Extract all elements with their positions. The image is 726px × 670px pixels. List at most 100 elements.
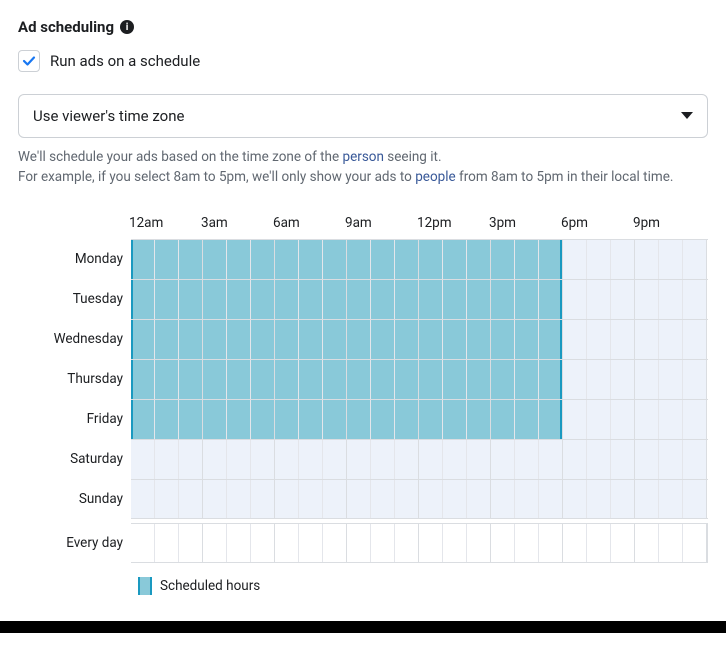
hour-cell[interactable] — [419, 480, 443, 518]
hour-cell[interactable] — [419, 400, 443, 439]
person-link[interactable]: person — [343, 149, 384, 165]
hour-cell[interactable] — [179, 360, 203, 399]
hour-cell[interactable] — [155, 440, 179, 479]
hour-cell[interactable] — [347, 240, 371, 279]
hour-cell[interactable] — [467, 400, 491, 439]
hour-cell[interactable] — [467, 280, 491, 319]
hour-cell[interactable] — [515, 280, 539, 319]
hour-cell[interactable] — [587, 400, 611, 439]
hour-cell[interactable] — [491, 524, 515, 562]
hour-cell[interactable] — [611, 360, 635, 399]
hour-cell[interactable] — [563, 360, 587, 399]
hour-cell[interactable] — [659, 524, 683, 562]
hour-cell[interactable] — [563, 524, 587, 562]
hour-cell[interactable] — [323, 524, 347, 562]
hour-cell[interactable] — [275, 360, 299, 399]
hour-cell[interactable] — [131, 440, 155, 479]
hour-cell[interactable] — [155, 400, 179, 439]
hour-cell[interactable] — [563, 320, 587, 359]
hour-cell[interactable] — [683, 280, 707, 319]
hour-cell[interactable] — [539, 400, 563, 439]
info-icon[interactable]: i — [120, 20, 134, 34]
hour-cell[interactable] — [251, 320, 275, 359]
hour-cell[interactable] — [227, 240, 251, 279]
hour-cell[interactable] — [419, 360, 443, 399]
hour-cell[interactable] — [203, 320, 227, 359]
hour-cell[interactable] — [371, 240, 395, 279]
hour-cell[interactable] — [443, 360, 467, 399]
hour-cell[interactable] — [251, 280, 275, 319]
hour-cell[interactable] — [371, 524, 395, 562]
hour-cell[interactable] — [275, 240, 299, 279]
hour-cell[interactable] — [155, 280, 179, 319]
hour-cell[interactable] — [539, 240, 563, 279]
hour-cell[interactable] — [395, 280, 419, 319]
hour-cell[interactable] — [299, 480, 323, 518]
hour-cell[interactable] — [251, 480, 275, 518]
hour-cell[interactable] — [395, 400, 419, 439]
hour-cell[interactable] — [515, 480, 539, 518]
hour-cell[interactable] — [443, 400, 467, 439]
hour-cell[interactable] — [371, 400, 395, 439]
hour-cell[interactable] — [155, 240, 179, 279]
hour-cell[interactable] — [203, 524, 227, 562]
hour-cell[interactable] — [131, 320, 155, 359]
hour-cell[interactable] — [683, 440, 707, 479]
hour-cell[interactable] — [467, 440, 491, 479]
hour-cell[interactable] — [467, 524, 491, 562]
hour-cell[interactable] — [179, 240, 203, 279]
hour-cell[interactable] — [203, 240, 227, 279]
hour-cell[interactable] — [179, 480, 203, 518]
hour-cell[interactable] — [443, 480, 467, 518]
day-row[interactable] — [131, 239, 708, 279]
hour-cell[interactable] — [419, 524, 443, 562]
hour-cell[interactable] — [611, 320, 635, 359]
hour-cell[interactable] — [587, 320, 611, 359]
hour-cell[interactable] — [443, 280, 467, 319]
hour-cell[interactable] — [611, 400, 635, 439]
hour-cell[interactable] — [227, 524, 251, 562]
hour-cell[interactable] — [275, 400, 299, 439]
hour-cell[interactable] — [323, 480, 347, 518]
hour-cell[interactable] — [491, 400, 515, 439]
hour-cell[interactable] — [395, 524, 419, 562]
hour-cell[interactable] — [227, 480, 251, 518]
hour-cell[interactable] — [395, 360, 419, 399]
hour-cell[interactable] — [275, 524, 299, 562]
hour-cell[interactable] — [587, 240, 611, 279]
hour-cell[interactable] — [515, 320, 539, 359]
day-row[interactable] — [131, 439, 708, 479]
hour-cell[interactable] — [395, 440, 419, 479]
hour-cell[interactable] — [515, 360, 539, 399]
hour-cell[interactable] — [347, 280, 371, 319]
hour-cell[interactable] — [515, 440, 539, 479]
hour-cell[interactable] — [611, 524, 635, 562]
hour-cell[interactable] — [659, 440, 683, 479]
hour-cell[interactable] — [635, 360, 659, 399]
day-row[interactable] — [131, 399, 708, 439]
hour-cell[interactable] — [683, 524, 707, 562]
hour-cell[interactable] — [227, 400, 251, 439]
hour-cell[interactable] — [539, 480, 563, 518]
day-row[interactable] — [131, 359, 708, 399]
hour-cell[interactable] — [659, 320, 683, 359]
hour-cell[interactable] — [539, 440, 563, 479]
hour-cell[interactable] — [683, 240, 707, 279]
schedule-grid[interactable] — [131, 239, 708, 519]
hour-cell[interactable] — [539, 524, 563, 562]
hour-cell[interactable] — [275, 440, 299, 479]
hour-cell[interactable] — [515, 524, 539, 562]
hour-cell[interactable] — [563, 280, 587, 319]
hour-cell[interactable] — [443, 440, 467, 479]
hour-cell[interactable] — [563, 480, 587, 518]
hour-cell[interactable] — [347, 440, 371, 479]
hour-cell[interactable] — [443, 240, 467, 279]
hour-cell[interactable] — [203, 480, 227, 518]
hour-cell[interactable] — [251, 360, 275, 399]
hour-cell[interactable] — [323, 440, 347, 479]
hour-cell[interactable] — [491, 240, 515, 279]
day-row[interactable] — [131, 479, 708, 519]
hour-cell[interactable] — [227, 280, 251, 319]
hour-cell[interactable] — [587, 480, 611, 518]
hour-cell[interactable] — [659, 360, 683, 399]
